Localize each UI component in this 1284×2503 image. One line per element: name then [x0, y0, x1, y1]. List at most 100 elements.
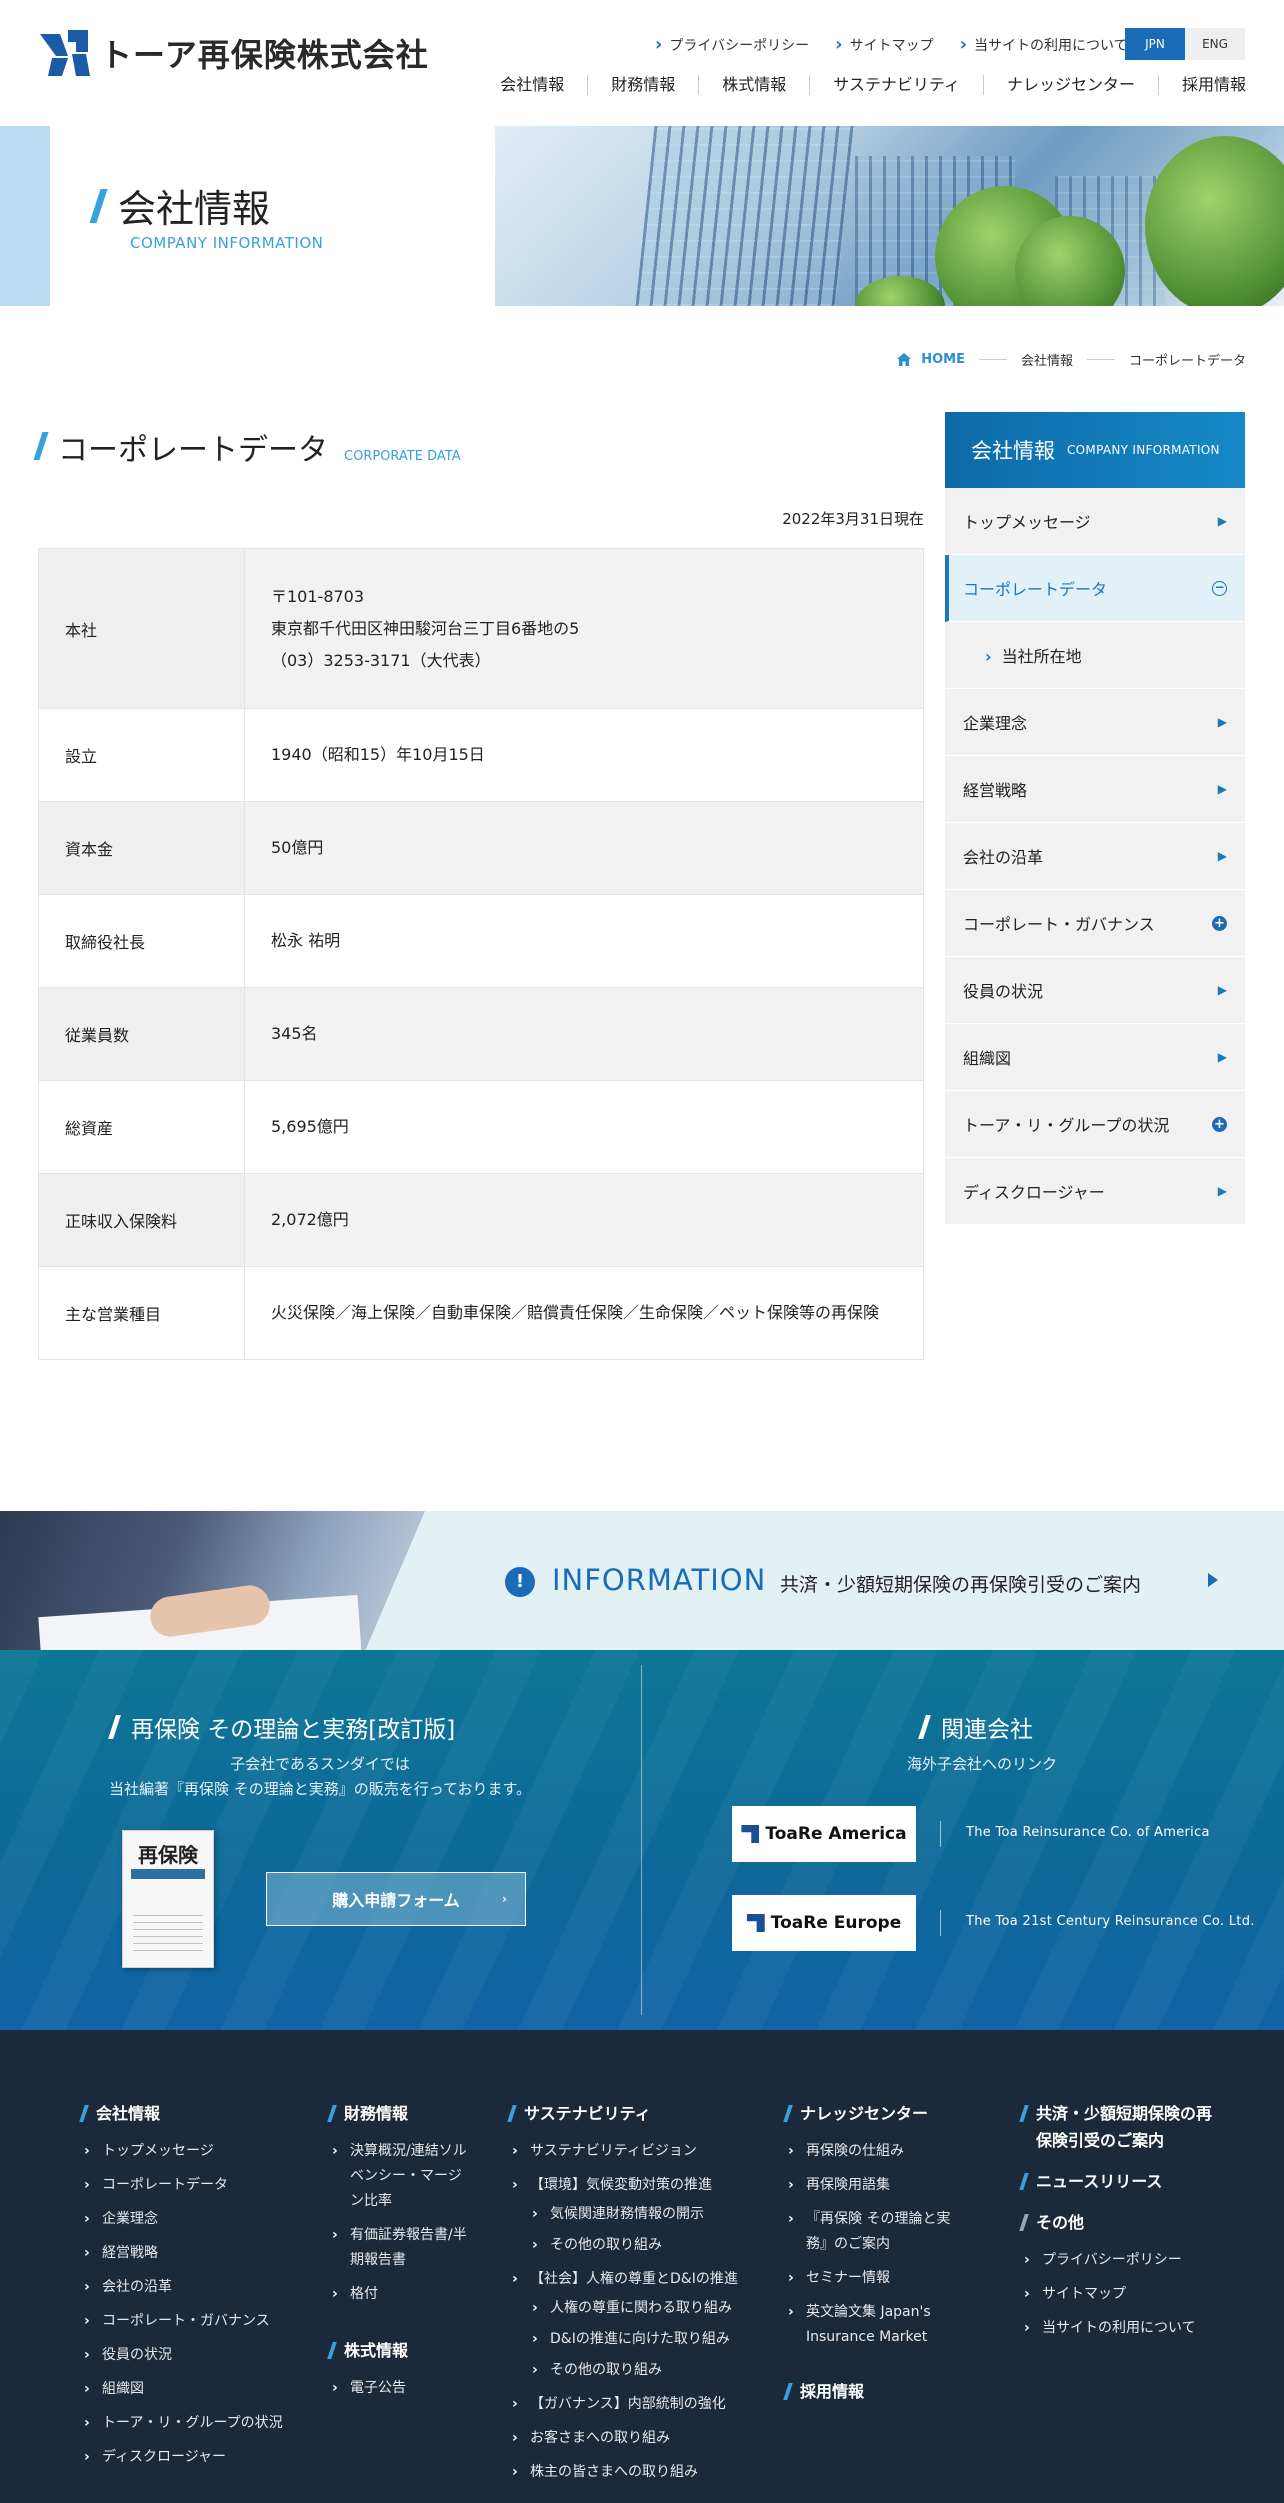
footer-heading[interactable]: 株式情報 [327, 2337, 470, 2364]
footer-link[interactable]: 当サイトの利用について [1022, 2316, 1232, 2341]
footer-sublink[interactable]: D&Iの推進に向けた取り組み [510, 2327, 760, 2352]
row-value: 火災保険／海上保険／自動車保険／賠償責任保険／生命保険／ペット保険等の再保険 [244, 1266, 924, 1360]
sidebar-item-label: › 当社所在地 [985, 643, 1082, 667]
footer-link[interactable]: 経営戦略 [82, 2241, 302, 2266]
footer-link[interactable]: サステナビリティビジョン [510, 2139, 760, 2164]
footer-link[interactable]: 電子公告 [330, 2376, 470, 2401]
footer-heading[interactable]: 採用情報 [783, 2378, 986, 2405]
sidebar-item-history[interactable]: 会社の沿革 ▶ [945, 823, 1245, 890]
row-key: 取締役社長 [38, 894, 245, 988]
toare-america-name[interactable]: The Toa Reinsurance Co. of America [966, 1825, 1210, 1840]
business-photo [0, 1511, 425, 1650]
footer-sublink[interactable]: その他の取り組み [510, 2233, 760, 2258]
footer-link[interactable]: サイトマップ [1022, 2282, 1232, 2307]
footer-link[interactable]: 組織図 [82, 2377, 302, 2402]
gnav-financial[interactable]: 財務情報 [587, 75, 698, 95]
slash-icon [89, 188, 108, 223]
gnav-stock[interactable]: 株式情報 [698, 75, 809, 95]
sidebar-item-organization[interactable]: 組織図 ▶ [945, 1024, 1245, 1091]
footer-link[interactable]: トップメッセージ [82, 2139, 302, 2164]
sidebar-nav: 会社情報 COMPANY INFORMATION トップメッセージ ▶ コーポレー… [945, 412, 1245, 1225]
sidebar-item-group[interactable]: トーア・リ・グループの状況 + [945, 1091, 1245, 1158]
chevron-right-icon: ▶ [1217, 849, 1227, 863]
chevron-right-icon: ▶ [1217, 1050, 1227, 1064]
footer-link[interactable]: 有価証券報告書/半期報告書 [330, 2223, 470, 2273]
sidebar-item-label: 組織図 [963, 1049, 1012, 1068]
footer-link[interactable]: 再保険の仕組み [786, 2139, 986, 2164]
site-logo[interactable]: トーア再保険株式会社 [38, 28, 429, 78]
collapse-minus-icon[interactable]: − [1212, 580, 1227, 596]
book-cover-title: 再保険 [138, 1843, 198, 1867]
footer-link[interactable]: トーア・リ・グループの状況 [82, 2411, 302, 2436]
footer-link[interactable]: 格付 [330, 2282, 470, 2307]
footer-link[interactable]: 企業理念 [82, 2207, 302, 2232]
slash-icon [507, 2105, 517, 2122]
footer-link[interactable]: 再保険用語集 [786, 2173, 986, 2198]
footer-link[interactable]: 英文論文集 Japan's Insurance Market [786, 2300, 976, 2350]
sidebar-item-disclosure[interactable]: ディスクロージャー ▶ [945, 1158, 1245, 1225]
purchase-form-button[interactable]: 購入申請フォーム › [266, 1872, 526, 1926]
information-banner[interactable]: ! INFORMATION 共済・少額短期保険の再保険引受のご案内 [0, 1511, 1284, 1650]
gnav-knowledge[interactable]: ナレッジセンター [982, 75, 1158, 95]
footer-link[interactable]: セミナー情報 [786, 2266, 986, 2291]
util-link-sitemap[interactable]: サイトマップ [835, 34, 934, 55]
footer-link[interactable]: 【環境】気候変動対策の推進 [510, 2173, 760, 2198]
util-link-terms[interactable]: 当サイトの利用について [960, 34, 1128, 55]
gnav-recruit[interactable]: 採用情報 [1157, 75, 1246, 95]
breadcrumb-company[interactable]: 会社情報 [1021, 350, 1073, 369]
footer-link[interactable]: プライバシーポリシー [1022, 2248, 1232, 2273]
toare-europe-logo-link[interactable]: ToaRe Europe [732, 1895, 916, 1951]
sidebar-header[interactable]: 会社情報 COMPANY INFORMATION [945, 412, 1245, 488]
toare-europe-logo-text: ToaRe Europe [770, 1913, 902, 1933]
footer-link[interactable]: コーポレートデータ [82, 2173, 302, 2198]
lang-eng-button[interactable]: ENG [1185, 28, 1245, 60]
footer-heading-label: その他 [1036, 2213, 1085, 2232]
toare-america-logo-link[interactable]: ToaRe America [732, 1806, 916, 1862]
gnav-company[interactable]: 会社情報 [477, 75, 587, 95]
sidebar-item-top-message[interactable]: トップメッセージ ▶ [945, 488, 1245, 555]
breadcrumb-home[interactable]: HOME [897, 352, 965, 367]
footer-heading[interactable]: ナレッジセンター [783, 2100, 986, 2127]
related-subtitle: 海外子会社へのリンク [906, 1755, 1057, 1773]
footer-heading[interactable]: 会社情報 [79, 2100, 302, 2127]
row-value: 1940（昭和15）年10月15日 [244, 708, 924, 802]
gnav-sustainability[interactable]: サステナビリティ [809, 75, 983, 95]
sidebar-item-label: トップメッセージ [963, 513, 1091, 532]
sidebar-item-officers[interactable]: 役員の状況 ▶ [945, 957, 1245, 1024]
footer-sublink[interactable]: 気候関連財務情報の開示 [510, 2202, 760, 2227]
purchase-form-label: 購入申請フォーム [332, 1891, 460, 1910]
footer-sublink[interactable]: 人権の尊重に関わる取り組み [510, 2296, 760, 2321]
slash-icon [327, 2342, 337, 2359]
expand-plus-icon[interactable]: + [1212, 915, 1227, 931]
row-key: 正味収入保険料 [38, 1173, 245, 1267]
sidebar-item-governance[interactable]: コーポレート・ガバナンス + [945, 890, 1245, 957]
footer-link[interactable]: 決算概況/連結ソルベンシー・マージン比率 [330, 2139, 470, 2214]
slash-icon [327, 2105, 337, 2122]
util-link-privacy[interactable]: プライバシーポリシー [655, 34, 809, 55]
information-text[interactable]: 共済・少額短期保険の再保険引受のご案内 [780, 1570, 1141, 1597]
footer-link[interactable]: 【ガバナンス】内部統制の強化 [510, 2392, 760, 2417]
footer-heading[interactable]: サステナビリティ [507, 2100, 760, 2127]
footer-heading[interactable]: 財務情報 [327, 2100, 470, 2127]
footer-link[interactable]: コーポレート・ガバナンス [82, 2309, 302, 2334]
lang-jpn-button[interactable]: JPN [1125, 28, 1185, 60]
footer-link[interactable]: 『再保険 その理論と実務』のご案内 [786, 2207, 966, 2257]
footer-link[interactable]: お客さまへの取り組み [510, 2426, 760, 2451]
sidebar-item-corporate-data[interactable]: コーポレートデータ − [945, 555, 1245, 622]
sidebar-item-strategy[interactable]: 経営戦略 ▶ [945, 756, 1245, 823]
footer-sublink[interactable]: その他の取り組み [510, 2358, 760, 2383]
sidebar-item-philosophy[interactable]: 企業理念 ▶ [945, 689, 1245, 756]
footer-link[interactable]: 役員の状況 [82, 2343, 302, 2368]
breadcrumb-separator [978, 359, 1007, 360]
footer-link[interactable]: 【社会】人権の尊重とD&Iの推進 [510, 2267, 760, 2292]
footer-link[interactable]: 会社の沿革 [82, 2275, 302, 2300]
footer-link[interactable]: ディスクロージャー [82, 2445, 302, 2470]
toare-europe-name[interactable]: The Toa 21st Century Reinsurance Co. Ltd… [966, 1914, 1255, 1929]
expand-plus-icon[interactable]: + [1212, 1116, 1227, 1132]
sidebar-item-locations[interactable]: › 当社所在地 [945, 622, 1245, 689]
footer-link[interactable]: 株主の皆さまへの取り組み [510, 2460, 760, 2485]
book-cover-image[interactable]: 再保険 [122, 1830, 214, 1968]
arrow-right-icon[interactable] [1208, 1573, 1218, 1587]
footer-heading[interactable]: 共済・少額短期保険の再保険引受のご案内 [1019, 2100, 1232, 2154]
footer-heading[interactable]: ニュースリリース [1019, 2168, 1232, 2195]
